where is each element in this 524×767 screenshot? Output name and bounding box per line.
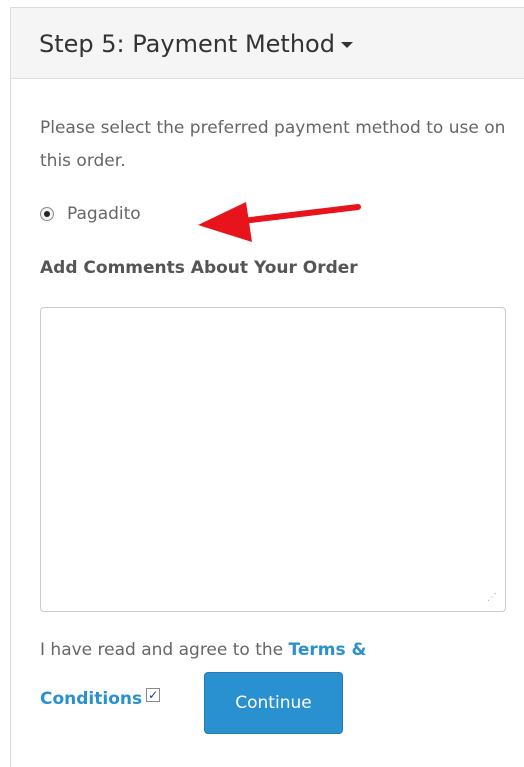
terms-link[interactable]: Terms & [289,640,367,660]
payment-radio[interactable] [40,207,54,221]
terms-agreement-text: I have read and agree to the Terms & [40,640,366,660]
terms-row: Conditions ✓ [40,684,161,714]
resize-grip-icon[interactable]: ⋰ [485,591,499,605]
payment-option-pagadito[interactable]: Pagadito [40,200,141,228]
agreement-text: I have read and agree to the [40,640,289,660]
checkmark-icon: ✓ [148,688,159,702]
conditions-link[interactable]: Conditions [40,689,142,709]
comments-label: Add Comments About Your Order [40,258,358,278]
agree-checkbox[interactable]: ✓ [146,688,161,702]
continue-button[interactable]: Continue [204,672,343,734]
payment-option-label: Pagadito [67,204,141,224]
panel-title[interactable]: Step 5: Payment Method [39,30,353,58]
red-arrow-annotation-icon [198,202,361,242]
caret-down-icon [340,42,353,48]
panel-heading[interactable]: Step 5: Payment Method [11,8,524,79]
comments-textarea[interactable] [40,307,506,612]
payment-instructions: Please select the preferred payment meth… [40,118,506,171]
panel-title-text: Step 5: Payment Method [39,30,335,58]
